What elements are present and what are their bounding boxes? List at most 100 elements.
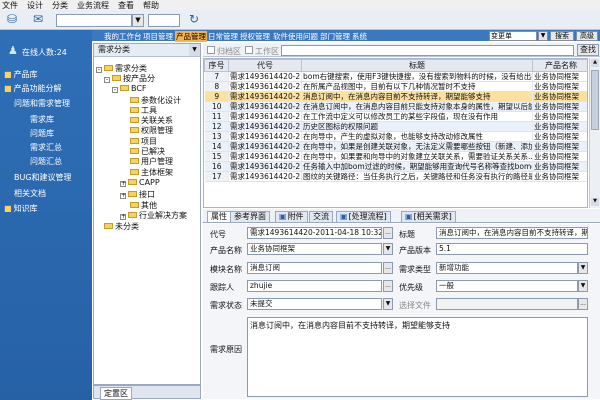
- tree-header[interactable]: 需求分类 ▼: [94, 44, 200, 57]
- version-select[interactable]: 变更单: [489, 31, 537, 41]
- reason-textarea[interactable]: 消息订阅中，在消息内容目前不支持转译，期望能够支持: [247, 317, 588, 397]
- refresh-icon[interactable]: ↻: [186, 12, 202, 27]
- menu-view[interactable]: 查看: [118, 0, 134, 11]
- menu-category[interactable]: 分类: [52, 0, 68, 11]
- tree-node[interactable]: - 按产品分: [104, 73, 155, 84]
- type-field[interactable]: 新增功能: [436, 262, 578, 274]
- expand-icon[interactable]: +: [120, 193, 126, 199]
- chevron-down-icon[interactable]: ▼: [189, 44, 200, 56]
- tab-attachments[interactable]: ▣附件: [275, 211, 308, 222]
- scroll-up-icon[interactable]: ▲: [591, 59, 599, 67]
- tab-related-requirements[interactable]: ▣[相关需求]: [401, 211, 456, 222]
- expand-icon[interactable]: +: [120, 181, 126, 187]
- tree-node[interactable]: 主体框架: [130, 167, 173, 178]
- nav-issue-summary[interactable]: 问题汇总: [30, 156, 62, 167]
- menu-design[interactable]: 设计: [27, 0, 43, 11]
- scroll-down-icon[interactable]: ▼: [591, 198, 599, 206]
- tab-process-flow[interactable]: ▣[处理流程]: [336, 211, 391, 222]
- more-button[interactable]: ...: [578, 298, 588, 310]
- topnav-daily[interactable]: 日常管理: [208, 31, 238, 42]
- table-row[interactable]: 12 需求1493614420-2... 历史区图标的权限问题 业务协同框架: [204, 121, 587, 132]
- tab-fixed-area[interactable]: 定置区: [100, 387, 132, 400]
- tab-properties[interactable]: 属性: [207, 211, 231, 222]
- chevron-down-icon[interactable]: ▼: [132, 14, 144, 27]
- code-field[interactable]: 需求1493614420-2011-04-18 10:32:42 ...: [247, 227, 382, 239]
- mail-icon[interactable]: ✉: [30, 12, 46, 27]
- more-button[interactable]: ...: [383, 262, 393, 274]
- collapse-icon[interactable]: -: [112, 87, 118, 93]
- tree-node[interactable]: 用户管理: [130, 156, 173, 167]
- table-row-selected[interactable]: 9 需求1493614420-2... 消息订阅中，在消息内容目前不支持转译，期望能…: [204, 91, 587, 102]
- table-row[interactable]: 17 需求1493614420-2... 图纹的关键路径：当任务执行之后，关键路径和…: [204, 171, 587, 182]
- nav-requirement-summary[interactable]: 需求汇总: [30, 142, 62, 153]
- nav-related-docs[interactable]: 相关文档: [14, 188, 46, 199]
- tab-reference-ui[interactable]: 参考界面: [230, 211, 270, 222]
- file-field[interactable]: [436, 298, 578, 310]
- collapse-icon[interactable]: -: [104, 77, 110, 83]
- topnav-software-issues[interactable]: 软件使用问题: [273, 31, 318, 42]
- nav-issue-requirement[interactable]: 问题和需求管理: [14, 98, 70, 109]
- tree-node[interactable]: + 接口: [120, 189, 155, 200]
- scrollbar-thumb[interactable]: [591, 70, 599, 130]
- open-folder-icon[interactable]: ⛁: [4, 12, 20, 27]
- title-field[interactable]: 消息订阅中，在消息内容目前不支持转译，期: [436, 227, 588, 239]
- topnav-workbench[interactable]: 我的工作台: [104, 31, 142, 42]
- topnav-system[interactable]: 系统: [352, 31, 367, 42]
- topnav-product[interactable]: 产品管理: [175, 31, 207, 42]
- table-row[interactable]: 11 需求1493614420-2... 在工作流中定义可以修改员工的某些字段值，现…: [204, 111, 587, 122]
- chevron-down-icon[interactable]: ▼: [578, 280, 588, 292]
- table-scrollbar[interactable]: ▲ ▼: [589, 58, 600, 208]
- collapse-icon[interactable]: -: [96, 67, 102, 73]
- tracker-field[interactable]: zhujie: [247, 280, 382, 292]
- column-header-code[interactable]: 代号: [228, 59, 302, 72]
- tab-discussion[interactable]: 交流: [309, 211, 333, 222]
- status-field[interactable]: 未提交: [247, 298, 382, 310]
- product-field[interactable]: 业务协同框架: [247, 243, 382, 255]
- nav-requirement-library[interactable]: 需求库: [30, 114, 54, 125]
- priority-field[interactable]: 一般: [436, 280, 578, 292]
- menu-file[interactable]: 文件: [2, 0, 18, 11]
- version-field[interactable]: 5.1: [436, 243, 588, 255]
- tree-node[interactable]: + CAPP: [120, 178, 160, 187]
- tree-node[interactable]: 权限管理: [130, 125, 173, 136]
- chevron-down-icon[interactable]: ▼: [383, 298, 393, 310]
- chevron-down-icon[interactable]: ▼: [578, 262, 588, 274]
- table-row[interactable]: 16 需求1493614420-2... 任务输入中加bom过滤的时候，期望能够用查…: [204, 161, 587, 172]
- table-row[interactable]: 14 需求1493614420-2... 在向导中，如果是创建关联对象，无法定义需要…: [204, 141, 587, 152]
- tree-node[interactable]: - BCF: [112, 84, 147, 93]
- menu-workflow[interactable]: 业务流程: [77, 0, 109, 11]
- table-row[interactable]: 13 需求1493614420-2... 在向导中，产生的虚拟对象，也能够支持改动修…: [204, 131, 587, 142]
- column-header-product[interactable]: 产品名称: [532, 59, 587, 72]
- find-button[interactable]: 查找: [577, 44, 599, 56]
- search-button[interactable]: 搜索: [550, 31, 574, 41]
- menu-help[interactable]: 帮助: [143, 0, 159, 11]
- nav-product-library[interactable]: ■ 产品库: [4, 69, 38, 80]
- workspace-checkbox[interactable]: [245, 46, 253, 54]
- nav-knowledge-base[interactable]: ■ 知识库: [4, 203, 38, 214]
- more-button[interactable]: ...: [383, 227, 393, 239]
- column-header-index[interactable]: 序号: [204, 59, 229, 72]
- topnav-authorization[interactable]: 授权管理: [240, 31, 270, 42]
- archive-checkbox[interactable]: [207, 46, 215, 54]
- column-header-title[interactable]: 标题: [301, 59, 533, 72]
- table-row[interactable]: 10 需求1493614420-2... 在消息订阅中，在消息内容目前只能支持对象本…: [204, 101, 587, 112]
- nav-issue-library[interactable]: 问题库: [30, 128, 54, 139]
- advanced-search-button[interactable]: 高级: [576, 31, 598, 41]
- toolbar-input[interactable]: [148, 14, 180, 27]
- table-row[interactable]: 7 需求1493614420-2... bom右键搜索，使用F3键快捷搜，没有搜索到…: [204, 71, 587, 82]
- table-row[interactable]: 15 需求1493614420-2... 在向导中，如果要和向导中的对象建立关联关系…: [204, 151, 587, 162]
- expand-icon[interactable]: +: [120, 214, 126, 220]
- topnav-department[interactable]: 部门管理: [320, 31, 350, 42]
- table-row[interactable]: 8 需求1493614420-2... 在所属产品视图中，目前有以下几种情况暂时不支…: [204, 81, 587, 92]
- topnav-project[interactable]: 项目管理: [143, 31, 173, 42]
- chevron-down-icon[interactable]: ▼: [383, 243, 393, 255]
- chevron-down-icon[interactable]: ▼: [538, 31, 548, 41]
- tree-node[interactable]: + 行业解决方案: [120, 210, 187, 221]
- filter-input[interactable]: [281, 45, 574, 56]
- tree-node[interactable]: 未分类: [104, 221, 139, 232]
- module-field[interactable]: 消息订阅: [247, 262, 382, 274]
- nav-bug-suggestion[interactable]: BUG和建议管理: [14, 172, 72, 183]
- more-button[interactable]: ...: [383, 280, 393, 292]
- nav-product-function[interactable]: ■ 产品功能分解: [4, 83, 62, 94]
- toolbar-combo[interactable]: [56, 14, 132, 27]
